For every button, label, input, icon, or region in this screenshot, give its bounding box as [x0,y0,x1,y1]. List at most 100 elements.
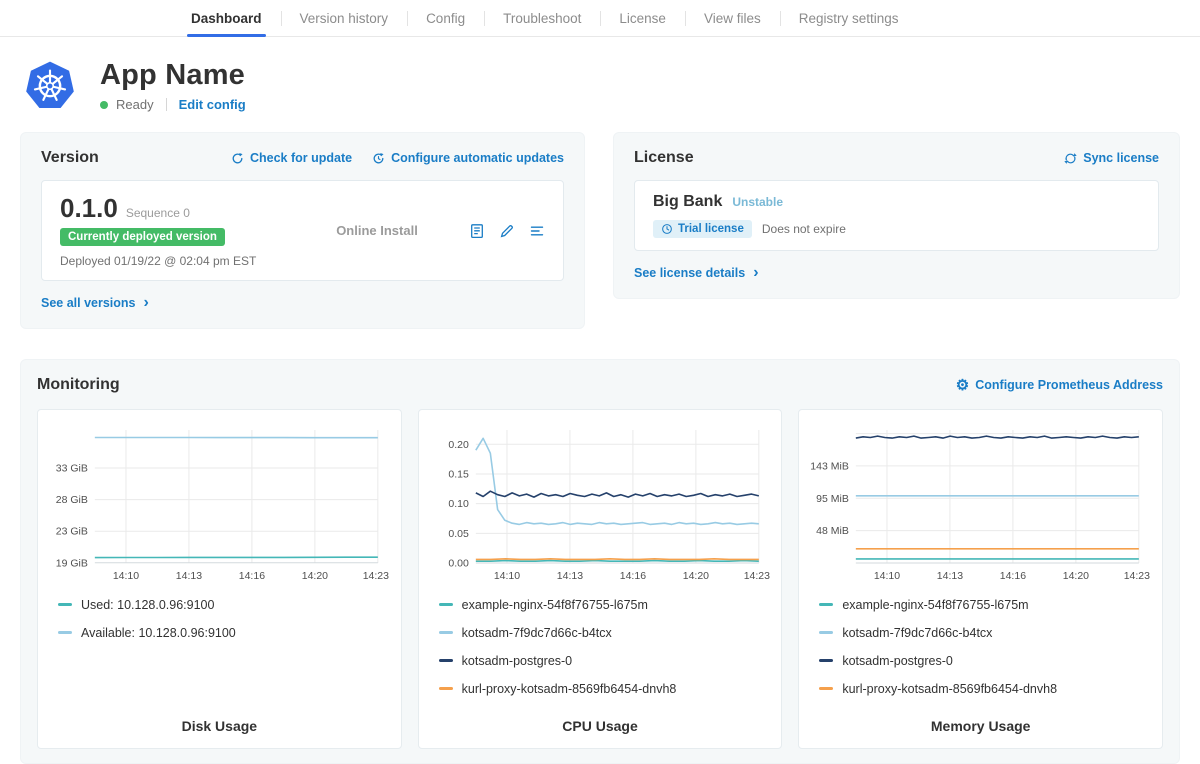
legend-item: kurl-proxy-kotsadm-8569fb6454-dnvh8 [439,681,772,696]
sync-license-link[interactable]: Sync license [1064,151,1159,165]
series-line [476,438,759,524]
svg-text:0.05: 0.05 [448,528,469,540]
svg-text:143 MiB: 143 MiB [811,460,850,472]
app-meta: App Name Ready Edit config [100,59,246,112]
legend-label: example-nginx-54f8f76755-l675m [842,598,1028,612]
legend-label: kotsadm-7f9dc7d66c-b4tcx [462,626,612,640]
clock-icon [661,223,673,235]
tab-registry-settings[interactable]: Registry settings [780,0,918,36]
license-card: License Sync license Big Bank Unstable [613,132,1180,299]
license-card-title: License [634,149,694,167]
legend-item: kotsadm-7f9dc7d66c-b4tcx [819,625,1152,640]
license-expiry: Does not expire [762,222,846,236]
chart-canvas: 14:1014:1314:1614:2014:2348 MiB95 MiB143… [809,422,1152,587]
gear-icon: ⚙ [956,378,969,393]
series-line [476,559,759,560]
version-card-title: Version [41,149,99,167]
configure-automatic-updates-label: Configure automatic updates [391,151,564,165]
configure-prometheus-link[interactable]: ⚙ Configure Prometheus Address [956,378,1163,393]
tab-dashboard[interactable]: Dashboard [172,0,281,36]
legend-swatch [819,631,833,634]
monitoring-card: Monitoring ⚙ Configure Prometheus Addres… [20,359,1180,764]
legend-item: kotsadm-7f9dc7d66c-b4tcx [439,625,772,640]
svg-text:14:16: 14:16 [239,570,265,582]
legend-swatch [58,631,72,634]
legend-swatch [819,603,833,606]
legend-swatch [439,659,453,662]
chart-canvas: 14:1014:1314:1614:2014:230.000.050.100.1… [429,422,772,587]
svg-text:0.20: 0.20 [448,439,469,451]
legend-item: example-nginx-54f8f76755-l675m [439,597,772,612]
legend-label: kurl-proxy-kotsadm-8569fb6454-dnvh8 [462,682,677,696]
svg-text:14:13: 14:13 [176,570,202,582]
see-all-versions-link[interactable]: See all versions › [41,295,149,311]
chart-panel-disk-usage: 14:1014:1314:1614:2014:2319 GiB23 GiB28 … [37,409,402,749]
legend-label: kotsadm-postgres-0 [842,654,952,668]
svg-text:14:10: 14:10 [113,570,139,582]
sequence-label: Sequence 0 [126,206,190,220]
svg-text:0.10: 0.10 [448,498,469,510]
svg-text:14:23: 14:23 [1124,570,1150,582]
version-card: Version Check for update Configure au [20,132,585,329]
chevron-right-icon: › [753,265,758,281]
tab-version-history[interactable]: Version history [281,0,408,36]
chart-legend: example-nginx-54f8f76755-l675m kotsadm-7f… [809,597,1152,709]
svg-text:14:13: 14:13 [937,570,963,582]
series-line [476,491,759,497]
see-all-versions-label: See all versions [41,296,136,310]
edit-config-link[interactable]: Edit config [179,97,246,112]
svg-text:14:20: 14:20 [682,570,708,582]
install-type-label: Online Install [285,223,469,238]
release-notes-icon[interactable] [469,223,485,239]
legend-label: example-nginx-54f8f76755-l675m [462,598,648,612]
see-license-details-link[interactable]: See license details › [634,265,759,281]
monitoring-title: Monitoring [37,376,120,394]
legend-label: kotsadm-7f9dc7d66c-b4tcx [842,626,992,640]
view-diff-icon[interactable] [529,223,545,239]
legend-swatch [58,603,72,606]
svg-text:0.15: 0.15 [448,468,469,480]
sync-license-label: Sync license [1083,151,1159,165]
status-dot [100,101,108,109]
chevron-right-icon: › [144,295,149,311]
chart-legend: example-nginx-54f8f76755-l675m kotsadm-7f… [429,597,772,709]
svg-text:14:13: 14:13 [556,570,582,582]
legend-item: Used: 10.128.0.96:9100 [58,597,391,612]
edit-config-icon[interactable] [499,223,515,239]
svg-text:14:23: 14:23 [363,570,389,582]
legend-item: kurl-proxy-kotsadm-8569fb6454-dnvh8 [819,681,1152,696]
chart-title: Disk Usage [48,718,391,738]
chart-panel-cpu-usage: 14:1014:1314:1614:2014:230.000.050.100.1… [418,409,783,749]
status-text: Ready [116,97,154,112]
channel-label: Unstable [732,195,783,209]
tab-license[interactable]: License [600,0,685,36]
series-line [476,561,759,562]
page-title: App Name [100,59,246,92]
legend-label: Used: 10.128.0.96:9100 [81,598,214,612]
svg-text:14:10: 14:10 [493,570,519,582]
tab-view-files[interactable]: View files [685,0,780,36]
svg-text:14:16: 14:16 [619,570,645,582]
kubernetes-logo-icon [24,60,76,112]
top-nav: Dashboard Version history Config Trouble… [0,0,1200,37]
legend-swatch [439,603,453,606]
legend-swatch [819,659,833,662]
svg-text:14:23: 14:23 [743,570,769,582]
svg-text:14:20: 14:20 [1063,570,1089,582]
legend-label: kurl-proxy-kotsadm-8569fb6454-dnvh8 [842,682,1057,696]
app-status-row: Ready Edit config [100,97,246,112]
chart-canvas: 14:1014:1314:1614:2014:2319 GiB23 GiB28 … [48,422,391,587]
configure-automatic-updates-link[interactable]: Configure automatic updates [372,151,564,165]
check-for-update-link[interactable]: Check for update [231,151,352,165]
tab-troubleshoot[interactable]: Troubleshoot [484,0,600,36]
check-for-update-label: Check for update [250,151,352,165]
legend-label: Available: 10.128.0.96:9100 [81,626,236,640]
sync-icon [1064,152,1077,165]
svg-text:28 GiB: 28 GiB [56,494,88,506]
svg-text:14:20: 14:20 [302,570,328,582]
chart-title: CPU Usage [429,718,772,738]
configure-prometheus-label: Configure Prometheus Address [975,378,1163,392]
tab-config[interactable]: Config [407,0,484,36]
monitoring-charts: 14:1014:1314:1614:2014:2319 GiB23 GiB28 … [37,409,1163,749]
deployed-version-badge: Currently deployed version [60,228,225,246]
